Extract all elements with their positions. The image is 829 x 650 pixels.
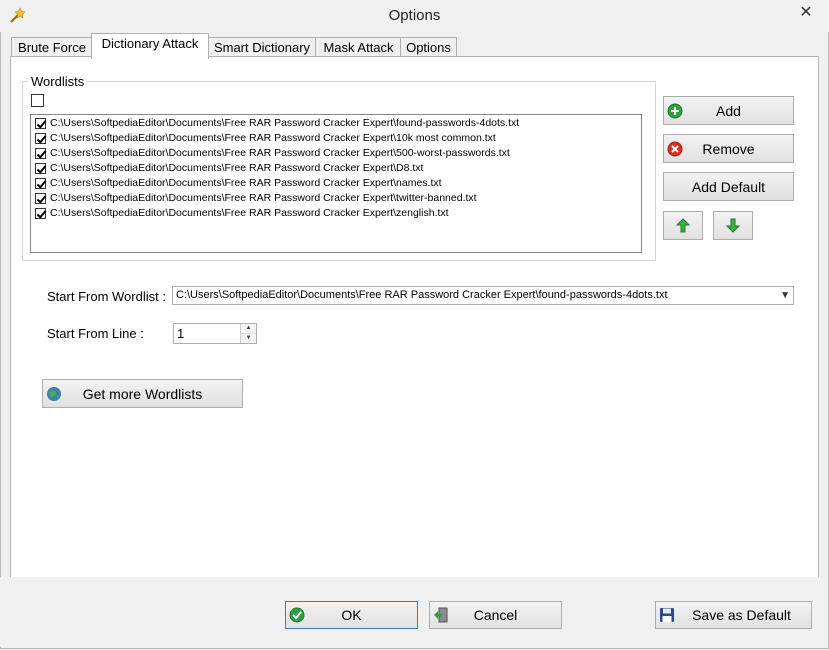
- spinner-buttons: ▲ ▼: [240, 324, 256, 343]
- start-from-wordlist-select[interactable]: C:\Users\SoftpediaEditor\Documents\Free …: [172, 286, 794, 305]
- tab-smart-dictionary[interactable]: Smart Dictionary: [207, 37, 317, 58]
- start-from-line-label: Start From Line :: [47, 326, 144, 341]
- ok-button-label: OK: [341, 607, 362, 623]
- wordlist-list[interactable]: C:\Users\SoftpediaEditor\Documents\Free …: [30, 114, 642, 253]
- get-more-wordlists-label: Get more Wordlists: [82, 385, 203, 402]
- tab-dictionary-attack[interactable]: Dictionary Attack: [91, 33, 209, 59]
- add-default-button[interactable]: Add Default: [663, 172, 794, 201]
- chevron-down-icon[interactable]: ▼: [780, 287, 790, 304]
- add-default-button-label: Add Default: [691, 178, 766, 195]
- add-button[interactable]: Add: [663, 96, 794, 125]
- tab-brute-force[interactable]: Brute Force: [11, 37, 93, 58]
- arrow-up-icon: [676, 218, 690, 233]
- remove-button[interactable]: Remove: [663, 134, 794, 163]
- item-checkbox[interactable]: [35, 133, 46, 144]
- item-path: C:\Users\SoftpediaEditor\Documents\Free …: [50, 162, 424, 174]
- item-path: C:\Users\SoftpediaEditor\Documents\Free …: [50, 207, 449, 219]
- tab-options[interactable]: Options: [400, 37, 457, 58]
- item-checkbox[interactable]: [35, 148, 46, 159]
- save-as-default-button[interactable]: Save as Default: [655, 601, 812, 629]
- arrow-down-icon: [726, 218, 740, 233]
- item-checkbox[interactable]: [35, 118, 46, 129]
- window-title: Options: [388, 7, 441, 24]
- start-from-wordlist-label: Start From Wordlist :: [47, 289, 166, 304]
- cancel-button-label: Cancel: [473, 607, 518, 623]
- get-more-wordlists-button[interactable]: Get more Wordlists: [42, 379, 243, 408]
- start-from-line-value[interactable]: 1: [177, 326, 184, 341]
- remove-button-label: Remove: [702, 140, 755, 157]
- spin-up-icon[interactable]: ▲: [241, 324, 256, 334]
- move-up-button[interactable]: [663, 211, 703, 240]
- item-path: C:\Users\SoftpediaEditor\Documents\Free …: [50, 192, 477, 204]
- start-from-line-stepper[interactable]: 1 ▲ ▼: [173, 323, 257, 344]
- item-checkbox[interactable]: [35, 208, 46, 219]
- select-all-checkbox[interactable]: [31, 94, 44, 107]
- spin-down-icon[interactable]: ▼: [241, 334, 256, 343]
- title-bar: Options ✕: [0, 0, 829, 32]
- save-as-default-label: Save as Default: [692, 607, 791, 623]
- add-button-label: Add: [716, 102, 741, 119]
- item-path: C:\Users\SoftpediaEditor\Documents\Free …: [50, 117, 520, 129]
- tab-mask-attack[interactable]: Mask Attack: [315, 37, 402, 58]
- item-checkbox[interactable]: [35, 178, 46, 189]
- move-down-button[interactable]: [713, 211, 753, 240]
- item-path: C:\Users\SoftpediaEditor\Documents\Free …: [50, 177, 442, 189]
- ok-button[interactable]: OK: [285, 601, 418, 629]
- item-checkbox[interactable]: [35, 193, 46, 204]
- item-checkbox[interactable]: [35, 163, 46, 174]
- item-path: C:\Users\SoftpediaEditor\Documents\Free …: [50, 132, 496, 144]
- wordlists-group-label: Wordlists: [28, 74, 88, 89]
- close-button[interactable]: ✕: [793, 2, 819, 24]
- item-path: C:\Users\SoftpediaEditor\Documents\Free …: [50, 147, 510, 159]
- start-from-wordlist-value: C:\Users\SoftpediaEditor\Documents\Free …: [176, 289, 668, 301]
- cancel-button[interactable]: Cancel: [429, 601, 562, 629]
